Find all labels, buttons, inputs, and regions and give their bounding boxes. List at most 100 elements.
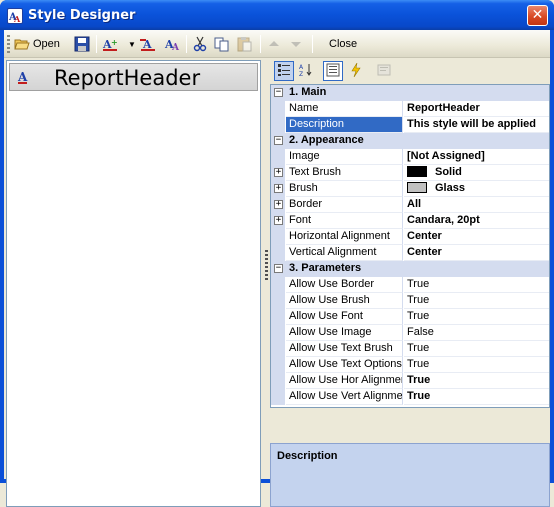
property-value-text: All: [407, 198, 422, 210]
property-name[interactable]: Border: [286, 197, 403, 213]
alphabetical-button[interactable]: A Z: [296, 61, 316, 81]
paste-button[interactable]: [236, 35, 252, 53]
property-grid[interactable]: −1. Main Name ReportHeader Description This …: [270, 84, 550, 408]
expand-icon[interactable]: +: [274, 184, 283, 193]
close-button[interactable]: Close: [326, 35, 357, 53]
property-value[interactable]: True: [404, 277, 549, 293]
style-list-button[interactable]: A A: [164, 35, 180, 53]
property-name[interactable]: Brush: [286, 181, 403, 197]
property-name[interactable]: Name: [286, 101, 403, 117]
property-category[interactable]: −3. Parameters: [271, 261, 549, 277]
property-row[interactable]: Description This style will be applied: [271, 117, 549, 133]
collapse-icon[interactable]: −: [274, 88, 283, 97]
property-row[interactable]: Allow Use Border True: [271, 277, 549, 293]
property-name[interactable]: Allow Use Text Brush: [286, 341, 403, 357]
move-down-button[interactable]: [288, 35, 304, 53]
property-name[interactable]: Vertical Alignment: [286, 245, 403, 261]
property-value[interactable]: Glass: [404, 181, 549, 197]
property-value[interactable]: False: [404, 325, 549, 341]
property-name[interactable]: Description: [286, 117, 403, 133]
property-row[interactable]: Image [Not Assigned]: [271, 149, 549, 165]
property-value[interactable]: ReportHeader: [404, 101, 549, 117]
move-up-button[interactable]: [266, 35, 282, 53]
open-button[interactable]: Open: [14, 35, 60, 53]
expand-icon[interactable]: +: [274, 216, 283, 225]
property-row[interactable]: Allow Use Text Options True: [271, 357, 549, 373]
categorized-button[interactable]: [274, 61, 294, 81]
property-row[interactable]: Vertical Alignment Center: [271, 245, 549, 261]
property-value[interactable]: Candara, 20pt: [404, 213, 549, 229]
expand-icon[interactable]: +: [274, 168, 283, 177]
copy-button[interactable]: [214, 35, 230, 53]
property-name[interactable]: Allow Use Font: [286, 309, 403, 325]
cut-button[interactable]: [192, 35, 208, 53]
property-row[interactable]: + Font Candara, 20pt: [271, 213, 549, 229]
property-value-text: Solid: [435, 166, 462, 178]
close-window-button[interactable]: ✕: [527, 5, 548, 26]
property-value[interactable]: True: [404, 389, 549, 405]
property-row[interactable]: Horizontal Alignment Center: [271, 229, 549, 245]
property-value[interactable]: All: [404, 197, 549, 213]
grid-description-splitter[interactable]: [270, 408, 550, 443]
add-style-dropdown[interactable]: ▼: [128, 35, 136, 53]
style-preview-item[interactable]: A ReportHeader: [9, 63, 258, 91]
property-gutter: [271, 245, 285, 261]
move-down-icon: [288, 36, 304, 52]
property-row[interactable]: Allow Use Font True: [271, 309, 549, 325]
property-name[interactable]: Allow Use Vert Alignment: [286, 389, 403, 405]
property-name[interactable]: Allow Use Brush: [286, 293, 403, 309]
open-button-label: Open: [33, 38, 60, 50]
property-value[interactable]: True: [404, 309, 549, 325]
property-value-text: ReportHeader: [407, 102, 480, 114]
property-name[interactable]: Text Brush: [286, 165, 403, 181]
property-row[interactable]: Allow Use Hor Alignment True: [271, 373, 549, 389]
save-button[interactable]: [74, 35, 90, 53]
property-name[interactable]: Horizontal Alignment: [286, 229, 403, 245]
property-pages-button[interactable]: [374, 61, 394, 81]
property-name[interactable]: Allow Use Border: [286, 277, 403, 293]
copy-icon: [214, 36, 230, 52]
property-row[interactable]: Allow Use Text Brush True: [271, 341, 549, 357]
property-value[interactable]: [Not Assigned]: [404, 149, 549, 165]
property-value[interactable]: True: [404, 357, 549, 373]
property-name[interactable]: Allow Use Hor Alignment: [286, 373, 403, 389]
property-value[interactable]: True: [404, 341, 549, 357]
property-category[interactable]: −1. Main: [271, 85, 549, 101]
property-category[interactable]: −2. Appearance: [271, 133, 549, 149]
property-row[interactable]: + Text Brush Solid: [271, 165, 549, 181]
toolbar-grip[interactable]: [7, 35, 10, 53]
property-name[interactable]: Allow Use Text Options: [286, 357, 403, 373]
property-row[interactable]: + Border All: [271, 197, 549, 213]
property-value[interactable]: True: [404, 373, 549, 389]
property-gutter: [271, 389, 285, 405]
property-value[interactable]: Center: [404, 229, 549, 245]
property-row[interactable]: Allow Use Brush True: [271, 293, 549, 309]
property-value[interactable]: Center: [404, 245, 549, 261]
add-style-button[interactable]: A +: [102, 35, 118, 53]
expand-icon[interactable]: +: [274, 200, 283, 209]
property-name[interactable]: Font: [286, 213, 403, 229]
property-value[interactable]: This style will be applied: [404, 117, 549, 133]
property-row[interactable]: Allow Use Image False: [271, 325, 549, 341]
property-gutter: [271, 325, 285, 341]
property-row[interactable]: Name ReportHeader: [271, 101, 549, 117]
property-row[interactable]: + Brush Glass: [271, 181, 549, 197]
app-icon: A A: [7, 8, 23, 24]
remove-style-button[interactable]: A: [140, 35, 156, 53]
property-row[interactable]: Allow Use Vert Alignment True: [271, 389, 549, 405]
events-button[interactable]: [346, 61, 366, 81]
remove-style-icon: A: [140, 36, 156, 52]
property-gutter: [271, 117, 285, 133]
collapse-icon[interactable]: −: [274, 264, 283, 273]
style-list-pane[interactable]: A ReportHeader: [6, 60, 261, 507]
property-grid-toolbar: A Z: [268, 58, 550, 84]
property-value[interactable]: True: [404, 293, 549, 309]
property-name[interactable]: Image: [286, 149, 403, 165]
property-value[interactable]: Solid: [404, 165, 549, 181]
properties-button[interactable]: [323, 61, 343, 81]
property-name[interactable]: Allow Use Image: [286, 325, 403, 341]
svg-text:Z: Z: [299, 71, 303, 77]
title-bar[interactable]: A A Style Designer ✕: [0, 0, 554, 30]
svg-text:A: A: [13, 14, 21, 23]
collapse-icon[interactable]: −: [274, 136, 283, 145]
